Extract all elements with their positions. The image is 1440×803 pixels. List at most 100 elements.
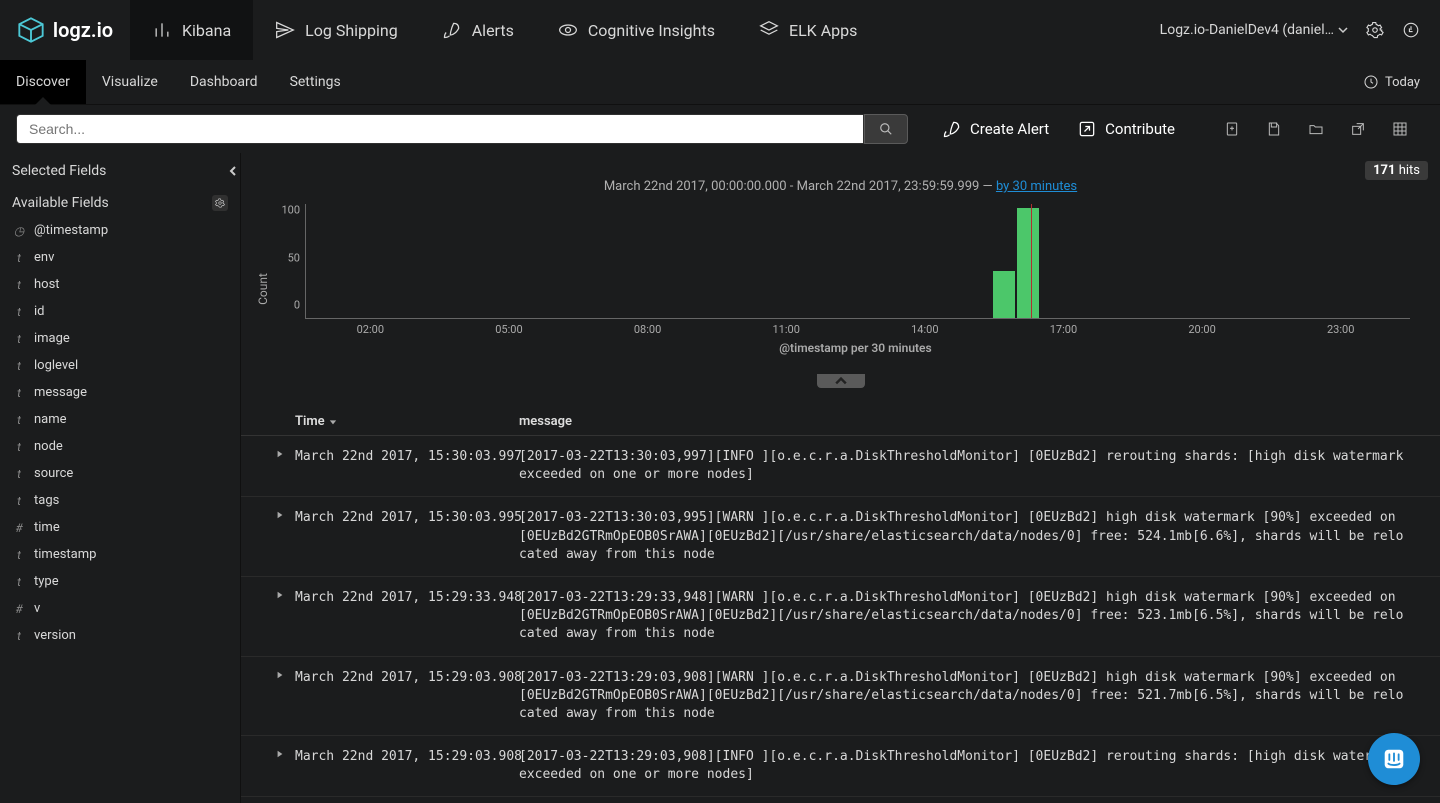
expand-row-icon[interactable] [265,748,295,784]
nav-log-shipping[interactable]: Log Shipping [253,0,420,60]
field-label: name [34,412,67,427]
now-marker [1031,204,1032,318]
table-row[interactable]: March 22nd 2017, 15:29:33.948[2017-03-22… [241,577,1440,657]
field-time[interactable]: #time [0,514,240,541]
tab-settings-label: Settings [290,74,341,90]
table-row[interactable]: March 22nd 2017, 15:28:33.822[2017-03-22… [241,797,1440,803]
field-type-icon: t [12,467,26,481]
xtick: 23:00 [1327,323,1354,336]
bar-chart-icon [152,20,172,40]
contribute-button[interactable]: Contribute [1063,119,1189,139]
tab-discover-label: Discover [16,74,70,90]
toolbar-icons [1224,121,1424,137]
ytick: 100 [281,204,300,217]
tab-visualize[interactable]: Visualize [86,60,174,104]
clock-icon [1363,74,1379,90]
sidebar-collapse[interactable] [226,161,240,181]
histogram-bar[interactable] [1017,208,1039,318]
field-message[interactable]: tmessage [0,379,240,406]
field-v[interactable]: #v [0,595,240,622]
expand-row-icon[interactable] [265,589,295,644]
field-source[interactable]: tsource [0,460,240,487]
field-env[interactable]: tenv [0,244,240,271]
field-image[interactable]: timage [0,325,240,352]
eye-icon [558,20,578,40]
expand-row-icon[interactable] [265,669,295,724]
field-label: message [34,385,87,400]
account-dropdown[interactable]: Logz.io-DanielDev4 (daniel… [1160,22,1348,38]
expand-row-icon[interactable] [265,509,295,564]
field-@timestamp[interactable]: ◷@timestamp [0,217,240,244]
share-icon [1077,119,1097,139]
time-picker[interactable]: Today [1363,60,1440,104]
field-tags[interactable]: ttags [0,487,240,514]
field-label: id [34,304,45,319]
field-type[interactable]: ttype [0,568,240,595]
nav-cognitive-label: Cognitive Insights [588,21,715,40]
field-node[interactable]: tnode [0,433,240,460]
brand-name: logz.io [53,18,113,42]
collapse-chart-button[interactable] [817,374,865,388]
field-timestamp[interactable]: ttimestamp [0,541,240,568]
settings-gear-icon[interactable] [1366,21,1384,39]
rocket-icon [942,119,962,139]
column-message[interactable]: message [519,414,1440,429]
intercom-launcher[interactable] [1368,733,1420,785]
tab-discover[interactable]: Discover [0,60,86,104]
nav-elk-apps-label: ELK Apps [789,21,857,40]
histogram-chart: Count 050100 02:0005:0008:0011:0014:0017… [241,204,1440,374]
search-button[interactable] [864,114,908,144]
row-time: March 22nd 2017, 15:30:03.995 [295,509,519,564]
main-area: Selected Fields Available Fields ◷@times… [0,153,1440,803]
xtick: 20:00 [1188,323,1215,336]
sort-desc-icon [329,418,337,426]
save-search-icon[interactable] [1266,121,1282,137]
field-label: version [34,628,76,643]
available-fields-heading: Available Fields [0,185,240,217]
field-label: time [34,520,60,535]
column-time[interactable]: Time [295,414,519,429]
grid-icon[interactable] [1392,121,1408,137]
main-nav: Kibana Log Shipping Alerts Cognitive Ins… [130,0,879,60]
tab-dashboard[interactable]: Dashboard [174,60,274,104]
nav-cognitive[interactable]: Cognitive Insights [536,0,737,60]
field-id[interactable]: tid [0,298,240,325]
interval-link[interactable]: by 30 minutes [996,179,1077,194]
row-time: March 22nd 2017, 15:29:03.908 [295,669,519,724]
field-label: node [34,439,63,454]
brand-logo[interactable]: logz.io [0,16,130,44]
intercom-icon [1381,746,1407,772]
hits-badge: 171 hits [1365,161,1428,180]
nav-elk-apps[interactable]: ELK Apps [737,0,879,60]
new-search-icon[interactable] [1224,121,1240,137]
field-type-icon: t [12,629,26,643]
table-row[interactable]: March 22nd 2017, 15:29:03.908[2017-03-22… [241,657,1440,737]
field-label: @timestamp [34,223,108,238]
search-input[interactable] [16,114,864,144]
open-search-icon[interactable] [1308,121,1324,137]
chart-xlabel: @timestamp per 30 minutes [301,341,1410,355]
external-link-icon[interactable] [1350,121,1366,137]
logout-icon[interactable] [1402,21,1420,39]
nav-kibana[interactable]: Kibana [130,0,253,60]
table-row[interactable]: March 22nd 2017, 15:29:03.908[2017-03-22… [241,736,1440,797]
expand-row-icon[interactable] [265,448,295,484]
contribute-label: Contribute [1105,120,1175,138]
create-alert-button[interactable]: Create Alert [928,119,1063,139]
field-type-icon: t [12,332,26,346]
fields-settings-icon[interactable] [212,195,228,211]
field-version[interactable]: t version [0,622,240,649]
results-table: Time message March 22nd 2017, 15:30:03.9… [241,408,1440,803]
nav-alerts[interactable]: Alerts [420,0,536,60]
table-row[interactable]: March 22nd 2017, 15:30:03.995[2017-03-22… [241,497,1440,577]
field-name[interactable]: tname [0,406,240,433]
field-host[interactable]: thost [0,271,240,298]
histogram-bar[interactable] [993,271,1015,319]
tab-settings[interactable]: Settings [274,60,357,104]
field-label: type [34,574,59,589]
chart-plot-area[interactable]: 050100 [305,204,1410,319]
table-row[interactable]: March 22nd 2017, 15:30:03.997[2017-03-22… [241,436,1440,497]
nav-log-shipping-label: Log Shipping [305,21,398,40]
field-loglevel[interactable]: tloglevel [0,352,240,379]
row-message: [2017-03-22T13:29:03,908][INFO ][o.e.c.r… [519,748,1420,784]
